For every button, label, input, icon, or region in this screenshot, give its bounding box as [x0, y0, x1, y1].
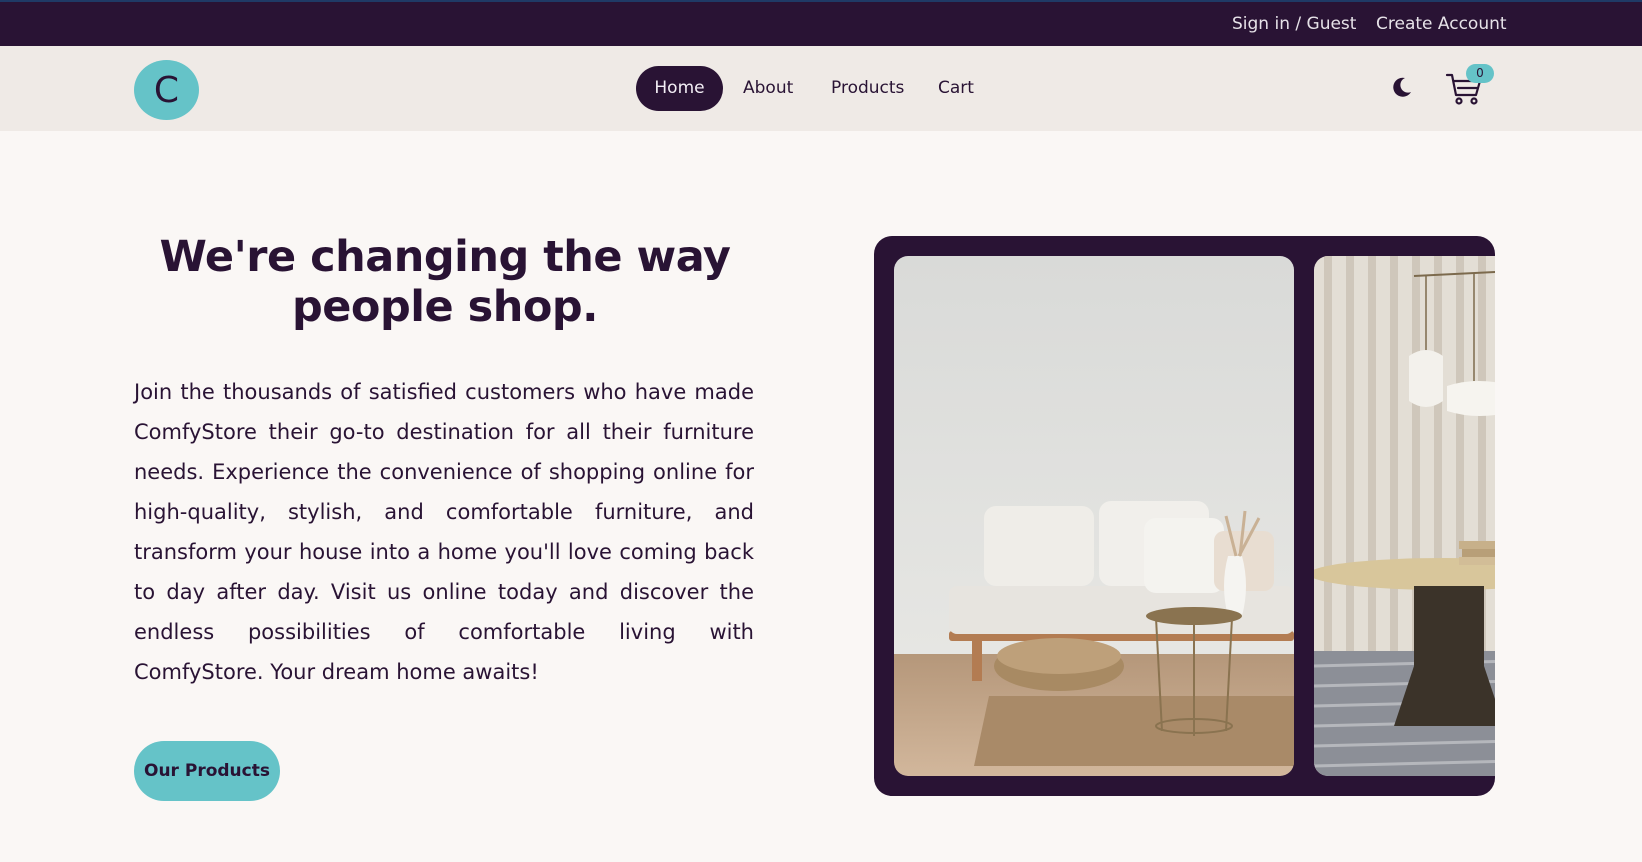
nav-about[interactable]: About: [743, 66, 793, 111]
nav-cart[interactable]: Cart: [938, 66, 974, 111]
logo[interactable]: C: [134, 60, 199, 120]
top-bar: Sign in / Guest Create Account: [0, 0, 1642, 46]
carousel-image-table: [1314, 256, 1495, 776]
carousel-image-sofa: [894, 256, 1294, 776]
nav-products[interactable]: Products: [831, 66, 904, 111]
nav-home[interactable]: Home: [636, 66, 723, 111]
our-products-button[interactable]: Our Products: [134, 741, 280, 801]
navbar: C Home About Products Cart 0: [0, 46, 1642, 131]
hero-title: We're changing the way people shop.: [159, 232, 731, 332]
product-carousel[interactable]: [874, 236, 1495, 796]
cart-count-badge: 0: [1466, 64, 1494, 83]
sign-in-link[interactable]: Sign in / Guest: [1232, 14, 1356, 34]
hero-description: Join the thousands of satisfied customer…: [134, 380, 754, 684]
moon-icon[interactable]: [1391, 76, 1413, 98]
create-account-link[interactable]: Create Account: [1376, 14, 1507, 34]
